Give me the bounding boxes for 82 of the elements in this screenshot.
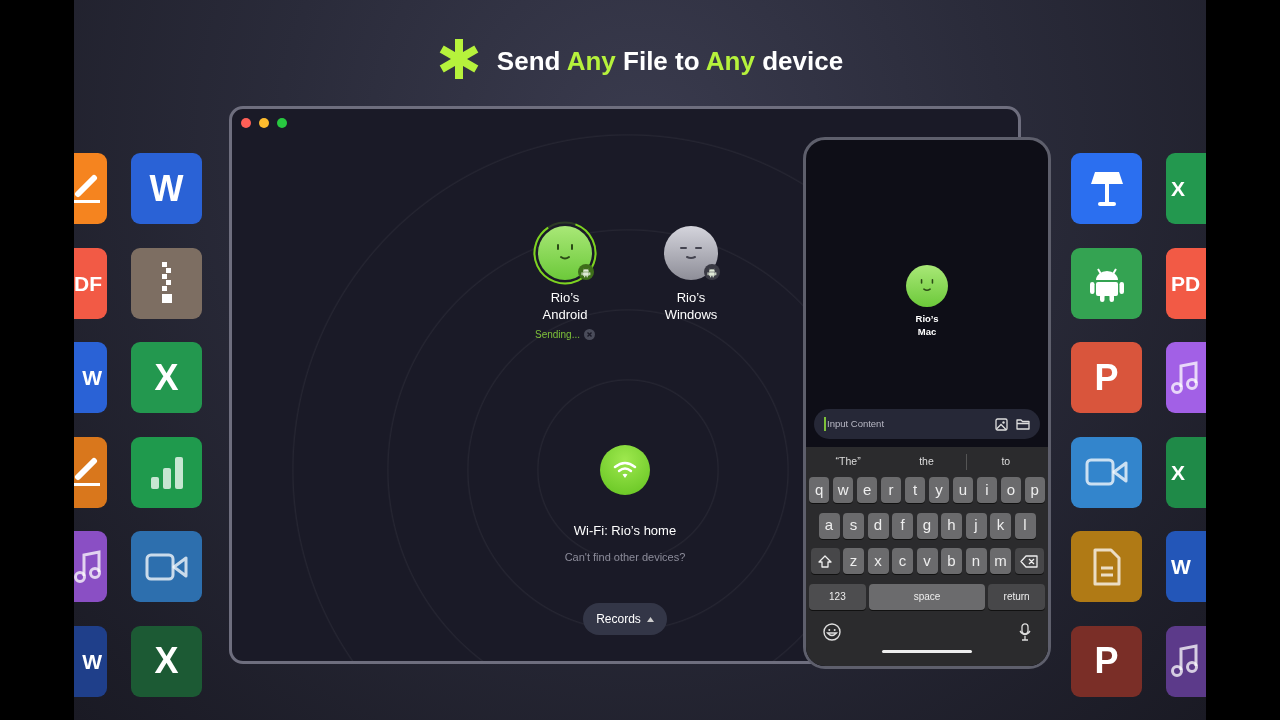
file-type-tile: W — [74, 342, 107, 413]
music-note-icon — [1171, 360, 1199, 395]
help-link[interactable]: Can't find other devices? — [564, 548, 686, 565]
keyboard-key[interactable]: g — [916, 512, 938, 539]
keyboard-key[interactable]: u — [952, 477, 974, 503]
video-camera-icon — [144, 551, 189, 582]
keyboard-key[interactable]: c — [892, 548, 913, 574]
keyboard-key[interactable]: r — [880, 477, 902, 503]
keyboard-key[interactable]: e — [856, 477, 878, 503]
records-button[interactable]: Records — [583, 603, 667, 635]
keyboard-key[interactable]: v — [916, 548, 938, 574]
keyboard-key[interactable]: t — [904, 477, 926, 503]
shift-arrow-icon — [818, 554, 832, 568]
document-icon — [1091, 546, 1122, 587]
return-key[interactable]: return — [988, 583, 1045, 610]
device-name: Rio’s Android — [541, 289, 589, 323]
file-type-tile: X — [131, 625, 202, 697]
sending-status: Sending... — [534, 328, 580, 342]
music-note-icon — [74, 549, 102, 584]
bar-chart-icon — [149, 455, 184, 489]
page-title: Send Any File to Any device — [496, 45, 844, 78]
file-type-tile: W — [74, 625, 107, 697]
music-note-icon — [1171, 644, 1199, 678]
keyboard-key[interactable]: w — [832, 477, 854, 503]
device-avatar[interactable] — [533, 221, 597, 285]
keyboard-key[interactable]: j — [965, 512, 987, 539]
emoji-icon[interactable] — [823, 623, 841, 641]
keyboard-key[interactable]: m — [990, 548, 1011, 574]
keyboard-key[interactable]: k — [990, 512, 1011, 539]
file-type-tile: X — [1166, 153, 1206, 224]
lamp-icon — [1088, 169, 1125, 208]
keyboard-key[interactable]: n — [965, 548, 987, 574]
device-name: Rio’s Windows — [663, 289, 719, 323]
device-name: Rio’s Mac — [914, 312, 940, 338]
keyboard-key[interactable]: h — [941, 512, 962, 539]
numbers-key[interactable]: 123 — [809, 583, 866, 610]
microphone-icon[interactable] — [1019, 623, 1031, 641]
space-key[interactable]: space — [869, 583, 985, 610]
delete-icon — [1020, 554, 1038, 568]
keyboard-key[interactable]: a — [818, 512, 840, 539]
keyboard-key[interactable]: p — [1024, 477, 1045, 503]
folder-icon[interactable] — [1016, 418, 1030, 430]
input-field[interactable]: Input Content — [824, 416, 987, 432]
video-camera-icon — [1084, 457, 1129, 487]
file-type-tile: DF — [74, 247, 107, 319]
keyboard-key[interactable]: q — [809, 477, 830, 503]
keyboard-key[interactable]: l — [1014, 512, 1036, 539]
suggestion-item[interactable]: to — [965, 454, 1045, 470]
file-type-tile: W — [1166, 531, 1206, 602]
backspace-key[interactable] — [1014, 548, 1044, 574]
wifi-button[interactable] — [600, 445, 650, 495]
keyboard-key[interactable]: z — [843, 548, 864, 574]
file-type-tile: W — [131, 153, 202, 224]
keyboard-key[interactable]: d — [867, 512, 889, 539]
window-control-dot[interactable] — [259, 118, 269, 128]
keyboard-key[interactable]: b — [941, 548, 962, 574]
device-avatar[interactable] — [906, 265, 948, 307]
pen-icon — [74, 457, 102, 487]
suggestion-item[interactable]: the — [887, 454, 966, 470]
window-control-dot[interactable] — [277, 118, 287, 128]
file-type-tile: X — [131, 342, 202, 413]
file-type-tile: X — [1166, 436, 1206, 508]
file-type-tile: PD — [1166, 247, 1206, 319]
android-badge-icon — [704, 264, 720, 280]
keyboard-key[interactable]: s — [843, 512, 864, 539]
shift-key[interactable] — [810, 548, 840, 574]
file-type-tile: P — [1071, 342, 1142, 413]
wifi-icon — [613, 461, 637, 479]
android-badge-icon — [578, 264, 594, 280]
keyboard-key[interactable]: o — [1000, 477, 1022, 503]
file-type-tile: P — [1071, 625, 1142, 697]
caret-icon — [646, 616, 654, 622]
keyboard-key[interactable]: f — [892, 512, 913, 539]
window-control-dot[interactable] — [241, 118, 251, 128]
message-input-bar[interactable]: Input Content — [814, 409, 1040, 439]
keyboard-key[interactable]: x — [867, 548, 889, 574]
keyboard-key[interactable]: y — [928, 477, 950, 503]
pen-icon — [74, 173, 102, 204]
network-name: Wi-Fi: Rio’s home — [573, 522, 677, 540]
image-icon[interactable] — [995, 417, 1008, 431]
suggestion-item[interactable]: “The” — [809, 454, 888, 470]
keyboard-key[interactable]: i — [976, 477, 998, 503]
